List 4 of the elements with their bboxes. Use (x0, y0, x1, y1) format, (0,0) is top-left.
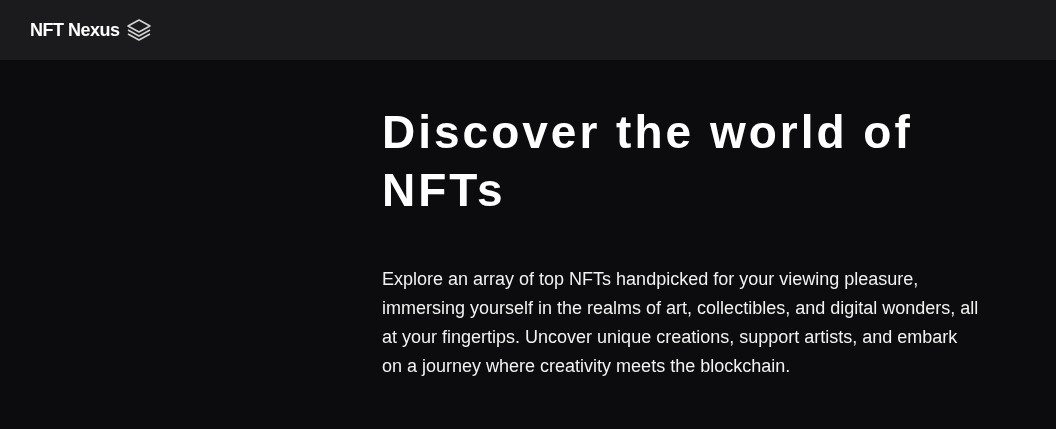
brand-name[interactable]: NFT Nexus (30, 16, 120, 44)
layers-icon (125, 18, 152, 42)
hero-description: Explore an array of top NFTs handpicked for your viewing pleasure, immersing yourself in the realms of art, collectibles, and digital wonders, all at your fingertips. Uncover unique creations, support artists, and embark on a journey where creativity meets the blockchain. (382, 268, 980, 378)
hero-title: Discover the world of NFTs (382, 105, 914, 218)
